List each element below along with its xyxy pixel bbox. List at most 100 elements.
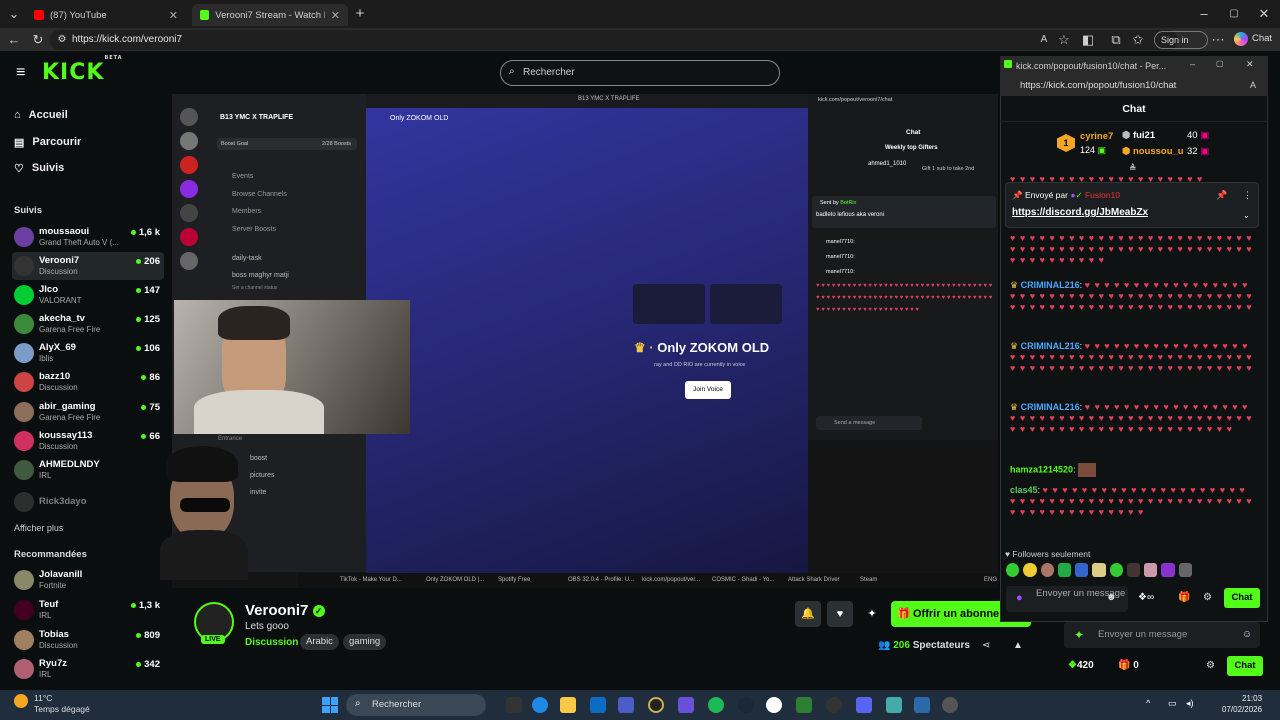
recommended-channel[interactable]: Teuf IRL 1,3 k [12, 596, 164, 624]
url-field[interactable]: https://kick.com/verooni7 [50, 30, 1178, 50]
followed-channel[interactable]: akecha_tv Garena Free Fire 125 [12, 310, 164, 338]
followed-channel[interactable]: bazz10 Discussion 86 [12, 368, 164, 396]
stream-tag[interactable]: Arabic [300, 634, 339, 650]
obs-icon[interactable] [826, 697, 842, 713]
emote-quickbar[interactable] [1006, 563, 1192, 579]
kick-logo[interactable]: KICKBETA [42, 55, 123, 85]
followed-channel[interactable]: moussaoui Grand Theft Auto V (... 1,6 k [12, 223, 164, 251]
followed-channel-offline[interactable]: Rick3dayo [12, 488, 164, 516]
recommended-channel[interactable]: Ryu7z IRL 342 [12, 655, 164, 683]
window-close-icon[interactable]: ✕ [1256, 6, 1272, 22]
app-icon[interactable] [678, 697, 694, 713]
outlook-icon[interactable] [590, 697, 606, 713]
followed-channel[interactable]: koussay113 Discussion 66 [12, 427, 164, 455]
stream-category[interactable]: Discussion [245, 637, 298, 648]
extensions-icon[interactable]: ◧ [1080, 32, 1096, 48]
steam-icon[interactable] [738, 697, 754, 713]
new-tab-icon[interactable]: + [352, 6, 368, 22]
gift-count[interactable]: 🎁 0 [1118, 660, 1139, 671]
hamburger-menu-icon[interactable]: ≡ [16, 64, 25, 82]
read-aloud-icon[interactable]: A [1036, 32, 1052, 48]
show-more-link[interactable]: Afficher plus [14, 523, 63, 533]
spotify-icon[interactable] [708, 697, 724, 713]
maximize-icon[interactable]: ▢ [1226, 6, 1242, 22]
windows-start-icon[interactable] [322, 697, 338, 713]
sign-in-button[interactable]: Sign in [1154, 31, 1208, 49]
nav-accueil[interactable]: ⌂ Accueil [14, 105, 68, 125]
followed-channel[interactable]: AHMEDLNDY IRL [12, 456, 164, 484]
windows-search-box[interactable]: Rechercher [346, 694, 486, 716]
notification-bell-button[interactable]: 🔔 [795, 601, 821, 627]
recommended-channel[interactable]: Jolavanill Fortnite [12, 566, 164, 594]
teams-icon[interactable] [618, 697, 634, 713]
pinned-more-icon[interactable]: ⋮ [1243, 190, 1252, 201]
tab-list-chevron-icon[interactable]: ⌄ [6, 6, 22, 22]
search-input[interactable]: Rechercher [500, 60, 780, 86]
read-aloud-icon[interactable]: A [1250, 80, 1256, 90]
settings-gear-icon[interactable]: ⚙ [1203, 592, 1212, 603]
streamer-name[interactable]: Verooni7 ✓ [245, 602, 325, 619]
kick-chat-input[interactable]: Envoyer un message [1064, 622, 1260, 648]
favorites-icon[interactable]: ✩ [1130, 32, 1146, 48]
app-icon[interactable] [796, 697, 812, 713]
file-explorer-icon[interactable] [560, 697, 576, 713]
stream-tag[interactable]: gaming [343, 634, 387, 650]
discord-icon[interactable] [856, 697, 872, 713]
popout-chat-send-button[interactable]: Chat [1224, 588, 1260, 608]
discord-text-channels: daily-task boss maghyr matji Set a channel… [232, 255, 289, 291]
nav-suivis[interactable]: ♡ Suivis [14, 158, 64, 178]
points-icon[interactable]: ❖∞ [1138, 592, 1154, 603]
chevron-down-icon[interactable]: ⌄ [1243, 211, 1250, 220]
minimize-icon[interactable]: – [1190, 59, 1195, 69]
weather-icon[interactable] [14, 694, 28, 708]
tab-youtube[interactable]: (87) YouTube ✕ [26, 4, 186, 26]
github-icon[interactable] [766, 697, 782, 713]
window-close-icon[interactable]: ✕ [1246, 59, 1254, 70]
favorite-star-icon[interactable]: ☆ [1056, 32, 1072, 48]
followed-channel[interactable]: Verooni7 Discussion 206 [12, 252, 164, 280]
gift-icon[interactable]: 🎁 [1178, 592, 1190, 603]
clock[interactable]: 21:03 07/02/2026 [1222, 693, 1262, 715]
recommended-channel[interactable]: Tobias Discussion 809 [12, 626, 164, 654]
followed-channel[interactable]: Jlco VALORANT 147 [12, 281, 164, 309]
emoji-icon[interactable]: ☻ [1106, 592, 1117, 603]
channel-name: abir_gaming [39, 401, 96, 412]
tab-kick[interactable]: Verooni7 Stream - Watch Live on K ✕ [192, 4, 348, 26]
sparkle-button[interactable]: ✦ [859, 601, 885, 627]
collapse-gifters-icon[interactable]: ≜ [1129, 163, 1137, 174]
unpin-icon[interactable]: 📌 [1216, 190, 1227, 201]
app-icon[interactable] [886, 697, 902, 713]
channel-points[interactable]: ❖420 [1068, 660, 1094, 671]
popout-url-bar[interactable]: https://kick.com/popout/fusion10/chat [1000, 76, 1268, 96]
more-menu-icon[interactable]: ⋯ [1210, 32, 1226, 48]
pinned-discord-link[interactable]: https://discord.gg/JbMeabZx [1012, 207, 1148, 218]
follow-heart-button[interactable]: ♥ [827, 601, 853, 627]
edge-icon[interactable] [532, 697, 548, 713]
close-icon[interactable]: ✕ [331, 9, 340, 22]
minimize-icon[interactable]: – [1196, 6, 1212, 22]
followed-channel[interactable]: AlyX_69 Iblis 106 [12, 339, 164, 367]
site-info-icon[interactable]: ⚙ [54, 32, 70, 48]
copilot-chat-button[interactable]: Chat [1252, 33, 1272, 44]
weather-widget[interactable]: 11°C Temps dégagé [34, 693, 90, 715]
report-warning-icon[interactable]: ▲ [1013, 640, 1023, 651]
settings-icon[interactable] [942, 697, 958, 713]
split-screen-icon[interactable]: ⧉ [1108, 32, 1124, 48]
tray-chevron-up-icon[interactable]: ^ [1146, 698, 1150, 708]
refresh-icon[interactable]: ↻ [30, 32, 46, 48]
copilot-icon[interactable] [1234, 32, 1248, 46]
speaker-icon[interactable]: ◂) [1186, 698, 1194, 709]
notes-icon[interactable] [914, 697, 930, 713]
network-icon[interactable]: ▭ [1168, 698, 1177, 709]
settings-gear-icon[interactable]: ⚙ [1206, 660, 1215, 671]
close-icon[interactable]: ✕ [169, 9, 178, 22]
kick-chat-send-button[interactable]: Chat [1227, 656, 1263, 676]
app-icon[interactable] [648, 697, 664, 713]
maximize-icon[interactable]: ▢ [1216, 59, 1224, 68]
task-view-icon[interactable] [506, 697, 522, 713]
share-icon[interactable]: ⋖ [982, 640, 990, 651]
nav-parcourir[interactable]: ▤ Parcourir [14, 132, 81, 152]
back-icon[interactable]: ← [6, 32, 22, 48]
followed-channel[interactable]: abir_gaming Garena Free Fire 75 [12, 398, 164, 426]
emoji-icon[interactable]: ☺ [1242, 629, 1252, 640]
